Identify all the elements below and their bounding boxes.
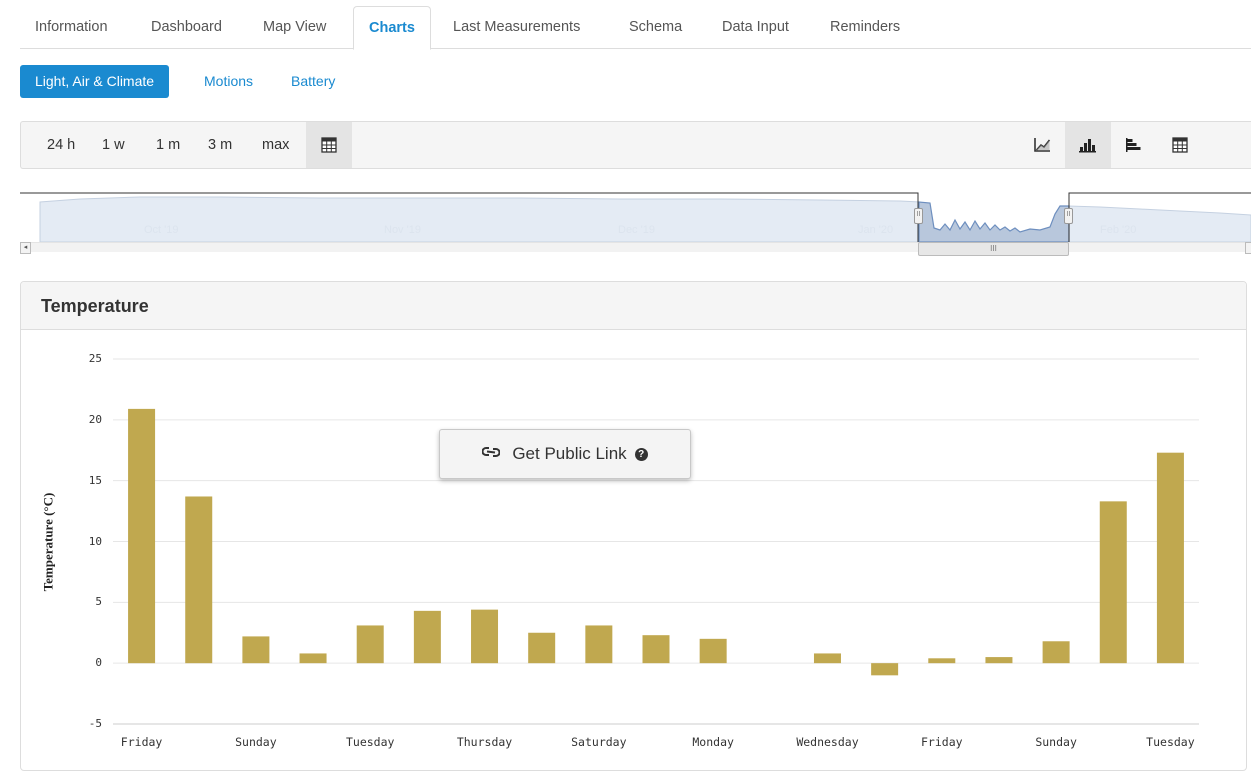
x-tick-label: Friday (120, 735, 163, 749)
x-tick-label: Wednesday (796, 735, 859, 749)
x-tick-label: Sunday (1035, 735, 1077, 749)
y-tick-label: 20 (88, 412, 102, 426)
panel-title: Temperature (21, 282, 1246, 330)
chart-toolbar: 24 h 1 w 1 m 3 m max (20, 121, 1251, 169)
x-tick-label: Thursday (456, 735, 513, 749)
x-tick-label: Monday (692, 735, 734, 749)
tab-dashboard[interactable]: Dashboard (136, 6, 237, 49)
x-tick-label: Tuesday (1146, 735, 1195, 749)
y-tick-label: 0 (95, 656, 102, 670)
range-1m-button[interactable]: 1 m (150, 122, 186, 168)
navigator-month-label: Dec '19 (618, 224, 655, 236)
navigator-month-label: Nov '19 (384, 224, 421, 236)
y-tick-label: 10 (88, 534, 102, 548)
calendar-icon[interactable] (306, 122, 352, 168)
subtab-motions[interactable]: Motions (189, 65, 268, 98)
subtab-light-air-climate[interactable]: Light, Air & Climate (20, 65, 170, 98)
y-tick-label: 5 (95, 595, 102, 609)
temperature-panel: Temperature (20, 281, 1247, 771)
y-tick-label: 15 (88, 473, 102, 487)
subtab-battery[interactable]: Battery (276, 65, 350, 98)
tab-schema[interactable]: Schema (614, 6, 697, 49)
tab-reminders[interactable]: Reminders (815, 6, 915, 49)
y-tick-label: 25 (88, 352, 102, 365)
x-tick-label: Tuesday (345, 735, 395, 749)
x-tick-label: Saturday (571, 735, 627, 749)
table-icon[interactable] (1157, 122, 1203, 168)
navigator[interactable]: Oct '19 Nov '19 Dec '19 Jan '20 Feb '20 … (20, 192, 1251, 260)
horizontal-bar-chart-icon[interactable] (1111, 122, 1157, 168)
navigator-month-label: Jan '20 (858, 224, 894, 236)
y-tick-label: -5 (88, 717, 102, 730)
y-axis-title: Temperature (°C) (40, 492, 56, 592)
tab-map-view[interactable]: Map View (248, 6, 341, 49)
scroll-left-arrow-icon[interactable]: ◂ (20, 242, 31, 254)
link-icon (481, 444, 501, 464)
navigator-month-label: Feb '20 (1100, 224, 1137, 236)
navigator-scrollbar-thumb[interactable]: III (918, 242, 1069, 256)
range-1w-button[interactable]: 1 w (96, 122, 131, 168)
tab-information[interactable]: Information (20, 6, 123, 49)
tab-last-measurements[interactable]: Last Measurements (438, 6, 595, 49)
get-public-link-button[interactable]: Get Public Link ? (439, 429, 691, 479)
x-tick-label: Sunday (235, 735, 277, 749)
get-public-link-label: Get Public Link (512, 444, 627, 463)
main-tabs: Information Dashboard Map View Charts La… (20, 6, 1251, 50)
range-3m-button[interactable]: 3 m (202, 122, 238, 168)
tab-data-input[interactable]: Data Input (707, 6, 804, 49)
navigator-left-handle[interactable]: II (914, 208, 923, 224)
line-chart-icon[interactable] (1019, 122, 1065, 168)
scroll-right-arrow-icon[interactable] (1245, 242, 1251, 254)
tab-charts[interactable]: Charts (353, 6, 431, 50)
navigator-month-label: Oct '19 (144, 224, 179, 236)
bar-chart-icon[interactable] (1065, 122, 1111, 168)
navigator-right-handle[interactable]: II (1064, 208, 1073, 224)
x-tick-label: Friday (921, 735, 963, 749)
question-circle-icon[interactable]: ? (634, 447, 648, 461)
range-24h-button[interactable]: 24 h (41, 122, 81, 168)
range-max-button[interactable]: max (256, 122, 295, 168)
